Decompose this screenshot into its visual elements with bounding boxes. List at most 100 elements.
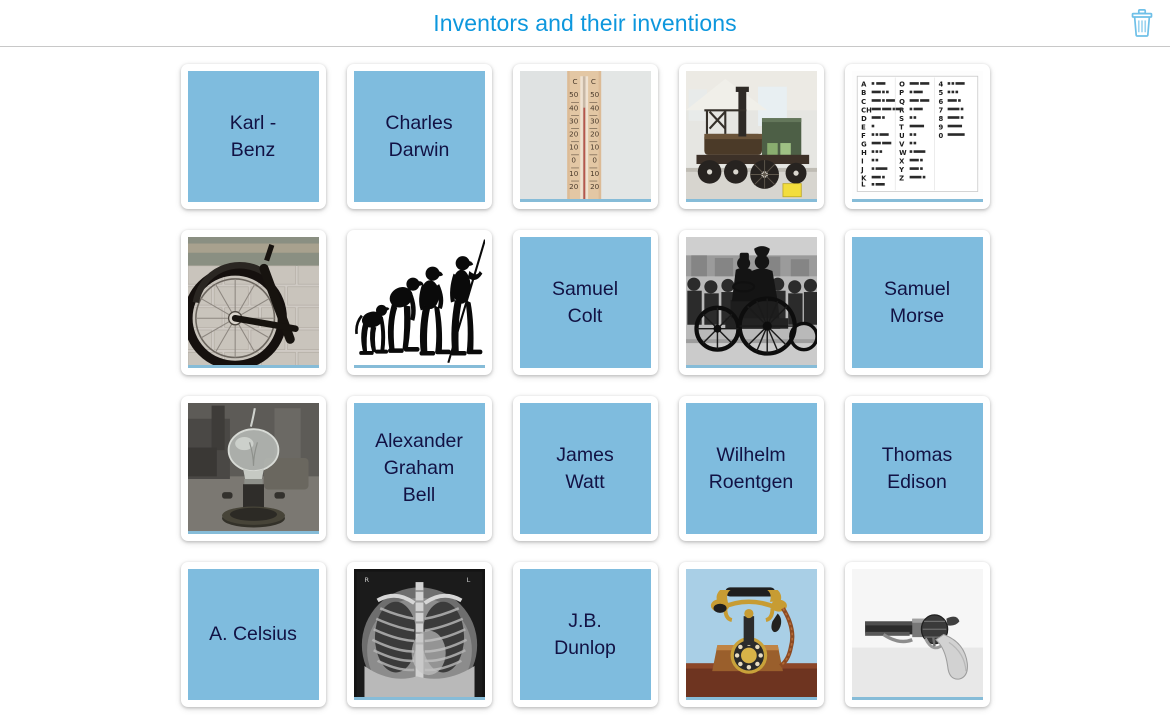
card-slot bbox=[668, 61, 834, 227]
card-image-thermometer: C C 50 50 40 40 30 30 20 20 10 10 0 0 10 10 20 20 bbox=[519, 71, 651, 202]
svg-text:10: 10 bbox=[590, 169, 600, 178]
svg-text:S: S bbox=[899, 115, 904, 123]
svg-text:7: 7 bbox=[938, 106, 943, 114]
card-label: A. Celsius bbox=[187, 569, 319, 700]
svg-text:R: R bbox=[364, 576, 369, 584]
card-slot: A. Celsius bbox=[170, 559, 336, 722]
card-bicycle-wheel[interactable] bbox=[180, 230, 326, 375]
card-thomas-edison[interactable]: Thomas Edison bbox=[844, 396, 990, 541]
card-wilhelm-roentgen[interactable]: Wilhelm Roentgen bbox=[678, 396, 824, 541]
card-steam-locomotive[interactable] bbox=[678, 64, 824, 209]
card-image-telephone bbox=[685, 569, 817, 700]
card-revolver[interactable] bbox=[844, 562, 990, 707]
card-label: J.B. Dunlop bbox=[519, 569, 651, 700]
thermometer-illustration: C C 50 50 40 40 30 30 20 20 10 10 0 0 10 10 20 20 bbox=[519, 71, 651, 202]
delete-button[interactable] bbox=[1124, 5, 1160, 41]
card-slot: J.B. Dunlop bbox=[502, 559, 668, 722]
card-slot: Samuel Morse bbox=[834, 227, 1000, 393]
card-grid: Karl - Benz Charles Darwin CC 50 50 40 40 3… bbox=[170, 47, 1000, 722]
svg-text:L: L bbox=[466, 576, 470, 584]
svg-text:W: W bbox=[899, 149, 907, 157]
card-image-morse-chart: ABC CHDE FGH IJK L OPQ RST UVW XYZ 456 7… bbox=[851, 71, 983, 202]
card-morse-code-chart[interactable]: ABC CHDE FGH IJK L OPQ RST UVW XYZ 456 7… bbox=[844, 64, 990, 209]
motorwagen-illustration bbox=[685, 237, 817, 368]
card-slot: C C 50 50 40 40 30 30 20 20 10 10 0 0 10 10 20 20 bbox=[502, 61, 668, 227]
card-alexander-graham-bell[interactable]: Alexander Graham Bell bbox=[346, 396, 492, 541]
svg-text:0: 0 bbox=[571, 156, 576, 165]
card-image-revolver bbox=[851, 569, 983, 700]
card-slot bbox=[834, 559, 1000, 722]
card-slot: R L bbox=[336, 559, 502, 722]
card-antique-telephone[interactable] bbox=[678, 562, 824, 707]
card-jb-dunlop[interactable]: J.B. Dunlop bbox=[512, 562, 658, 707]
svg-text:20: 20 bbox=[590, 130, 600, 139]
svg-text:C: C bbox=[590, 77, 595, 86]
card-light-bulb[interactable] bbox=[180, 396, 326, 541]
card-slot bbox=[668, 227, 834, 393]
card-label: Charles Darwin bbox=[353, 71, 485, 202]
svg-text:Q: Q bbox=[899, 98, 905, 106]
svg-text:50: 50 bbox=[590, 90, 600, 99]
card-james-watt[interactable]: James Watt bbox=[512, 396, 658, 541]
card-image-motorwagen bbox=[685, 237, 817, 368]
card-slot: Samuel Colt bbox=[502, 227, 668, 393]
card-slot: Thomas Edison bbox=[834, 393, 1000, 559]
svg-text:Y: Y bbox=[898, 166, 904, 174]
svg-text:C: C bbox=[572, 77, 577, 86]
app-header: Inventors and their inventions bbox=[0, 0, 1170, 47]
svg-text:40: 40 bbox=[590, 103, 600, 112]
svg-text:D: D bbox=[861, 115, 867, 123]
card-label: Karl - Benz bbox=[187, 71, 319, 202]
card-thermometer[interactable]: C C 50 50 40 40 30 30 20 20 10 10 0 0 10 10 20 20 bbox=[512, 64, 658, 209]
svg-text:P: P bbox=[899, 89, 904, 97]
card-image-locomotive bbox=[685, 71, 817, 202]
svg-text:J: J bbox=[860, 166, 864, 174]
card-a-celsius[interactable]: A. Celsius bbox=[180, 562, 326, 707]
card-karl-benz[interactable]: Karl - Benz bbox=[180, 64, 326, 209]
card-image-lightbulb bbox=[187, 403, 319, 534]
card-evolution[interactable] bbox=[346, 230, 492, 375]
locomotive-illustration bbox=[685, 71, 817, 202]
svg-text:H: H bbox=[861, 149, 867, 157]
bicycle-illustration bbox=[187, 237, 319, 368]
svg-text:B: B bbox=[861, 89, 866, 97]
svg-text:A: A bbox=[861, 81, 867, 89]
card-label: Samuel Colt bbox=[519, 237, 651, 368]
card-slot bbox=[170, 393, 336, 559]
svg-text:6: 6 bbox=[938, 98, 943, 106]
svg-text:E: E bbox=[861, 123, 866, 131]
svg-text:G: G bbox=[861, 140, 867, 148]
trash-icon bbox=[1129, 9, 1155, 37]
card-slot: Wilhelm Roentgen bbox=[668, 393, 834, 559]
svg-text:20: 20 bbox=[569, 130, 579, 139]
card-slot bbox=[668, 559, 834, 722]
svg-text:9: 9 bbox=[938, 123, 943, 131]
svg-text:10: 10 bbox=[569, 169, 579, 178]
card-label: Thomas Edison bbox=[851, 403, 983, 534]
card-samuel-colt[interactable]: Samuel Colt bbox=[512, 230, 658, 375]
card-charles-darwin[interactable]: Charles Darwin bbox=[346, 64, 492, 209]
revolver-illustration bbox=[851, 569, 983, 700]
svg-text:20: 20 bbox=[590, 182, 600, 191]
svg-text:30: 30 bbox=[569, 116, 579, 125]
card-samuel-morse[interactable]: Samuel Morse bbox=[844, 230, 990, 375]
svg-text:I: I bbox=[861, 157, 864, 165]
card-image-bicycle bbox=[187, 237, 319, 368]
svg-text:0: 0 bbox=[938, 132, 943, 140]
card-label: James Watt bbox=[519, 403, 651, 534]
svg-text:V: V bbox=[899, 140, 905, 148]
lightbulb-illustration bbox=[187, 403, 319, 534]
card-label: Samuel Morse bbox=[851, 237, 983, 368]
card-image-xray: R L bbox=[353, 569, 485, 700]
card-early-automobile[interactable] bbox=[678, 230, 824, 375]
card-label: Wilhelm Roentgen bbox=[685, 403, 817, 534]
svg-text:10: 10 bbox=[569, 143, 579, 152]
card-image-evolution bbox=[353, 237, 485, 368]
svg-text:4: 4 bbox=[938, 81, 943, 89]
svg-text:O: O bbox=[899, 81, 905, 89]
card-slot: James Watt bbox=[502, 393, 668, 559]
svg-text:20: 20 bbox=[569, 182, 579, 191]
page-title: Inventors and their inventions bbox=[433, 9, 737, 36]
card-chest-xray[interactable]: R L bbox=[346, 562, 492, 707]
svg-text:8: 8 bbox=[938, 115, 943, 123]
